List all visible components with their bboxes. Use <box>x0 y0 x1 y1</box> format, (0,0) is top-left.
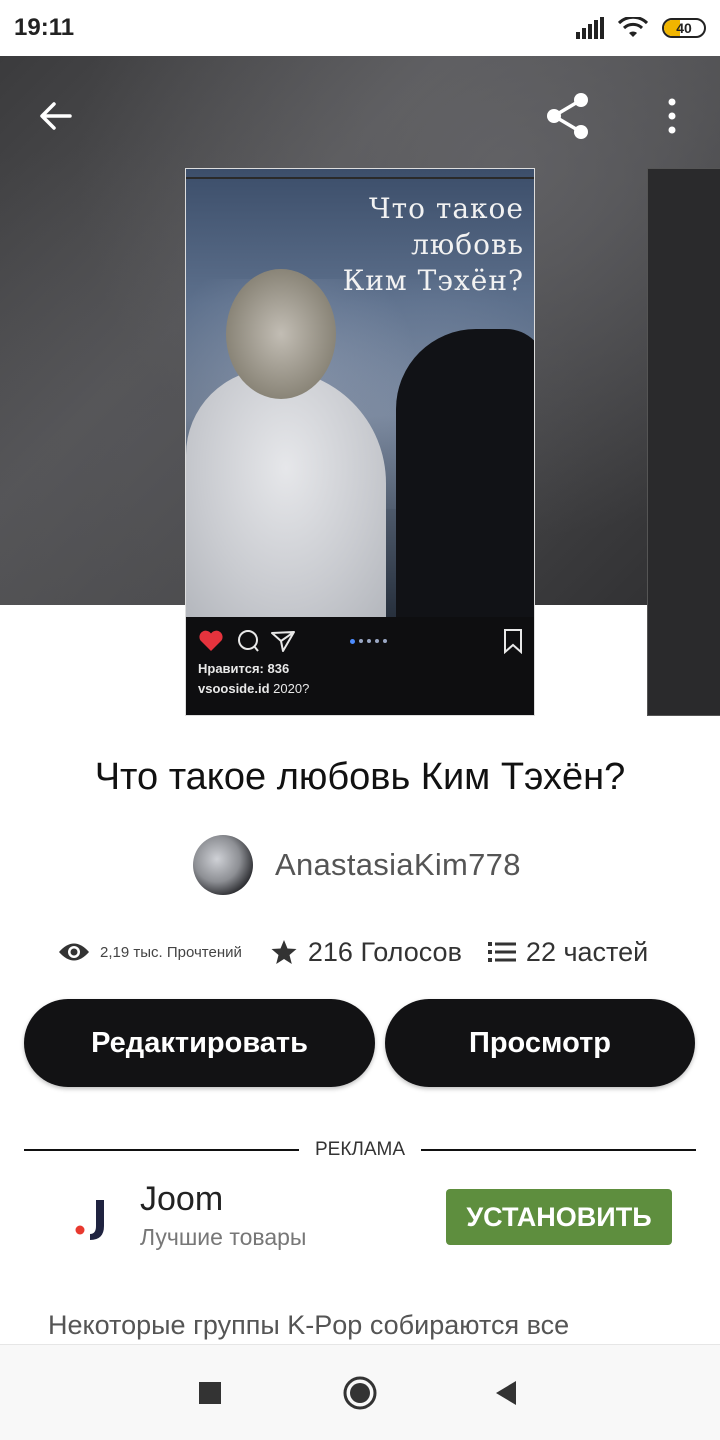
comment-icon <box>238 630 259 652</box>
author-link[interactable]: AnastasiaKim778 <box>193 835 521 895</box>
votes-stat: 216 Голосов <box>270 937 462 968</box>
battery-level: 40 <box>676 20 692 36</box>
cover-caption-text: 2020? <box>273 681 310 696</box>
nav-back-button[interactable] <box>482 1369 530 1417</box>
install-button[interactable]: УСТАНОВИТЬ <box>446 1189 672 1245</box>
cover-caption-user: vsooside.id <box>198 681 270 696</box>
wifi-icon <box>618 17 648 37</box>
cover-likes: Нравится: 836 <box>198 661 290 676</box>
ad-app-subtitle: Лучшие товары <box>140 1224 307 1250</box>
back-button[interactable] <box>28 88 84 144</box>
eye-icon <box>59 943 89 961</box>
story-title: Что такое любовь Ким Тэхён? <box>94 756 626 798</box>
avatar[interactable] <box>193 835 253 895</box>
recents-button[interactable] <box>186 1369 234 1417</box>
cover-title-line2: любовь <box>411 228 524 261</box>
more-options-button[interactable] <box>644 88 700 144</box>
arrow-left-icon <box>40 102 72 130</box>
status-icons: 40 <box>576 17 706 39</box>
edit-button[interactable]: Редактировать <box>24 999 375 1087</box>
more-vertical-icon <box>668 98 676 134</box>
star-icon <box>271 940 297 964</box>
share-button[interactable] <box>540 88 596 144</box>
ad-app-name[interactable]: Joom <box>140 1180 223 1219</box>
battery-icon: 40 <box>662 18 706 38</box>
cover-photo: Что такое любовь Ким Тэхён? <box>186 169 534 619</box>
next-story-cover[interactable] <box>647 168 720 716</box>
triangle-back-icon <box>496 1381 516 1405</box>
view-button[interactable]: Просмотр <box>385 999 695 1087</box>
cover-title-line3: Ким Тэхён? <box>342 264 524 297</box>
cover-post-icons <box>198 629 524 654</box>
cover-caption: vsooside.id 2020? <box>198 681 309 696</box>
circle-icon <box>343 1376 377 1410</box>
system-nav-bar <box>0 1344 720 1440</box>
square-icon <box>199 1382 221 1404</box>
story-cover[interactable]: Что такое любовь Ким Тэхён? Нравится: 83… <box>185 168 535 716</box>
share-icon <box>547 93 588 139</box>
divider-line-left <box>24 1149 299 1151</box>
cover-title-line1: Что такое <box>368 192 524 225</box>
reads-count: 2,19 тыс. Прочтений <box>100 943 242 961</box>
parts-count: 22 частей <box>525 936 649 967</box>
ad-label: РЕКЛАМА <box>314 1139 406 1160</box>
reads-stat: 2,19 тыс. Прочтений <box>58 941 242 963</box>
joom-logo <box>75 1200 104 1240</box>
heart-icon <box>199 630 223 651</box>
votes-count: 216 Голосов <box>307 936 462 967</box>
divider-line-right <box>421 1149 696 1151</box>
send-icon <box>271 631 295 652</box>
author-name[interactable]: AnastasiaKim778 <box>275 847 521 883</box>
story-description: Некоторые группы K-Pop собираются все <box>48 1310 570 1340</box>
cover-post-bar: Нравится: 836 vsooside.id 2020? <box>186 617 534 715</box>
status-bar: 19:11 40 <box>0 0 720 56</box>
cover-top-line <box>186 177 534 179</box>
screen: 19:11 40 Что такое любовь Ким Тэхён? Нра… <box>0 0 720 1440</box>
signal-icon <box>576 17 604 39</box>
story-stats: 2,19 тыс. Прочтений 216 Голосов 22 часте… <box>58 930 678 974</box>
parts-stat: 22 частей <box>487 936 649 968</box>
home-button[interactable] <box>336 1369 384 1417</box>
cover-person-right <box>396 329 534 619</box>
cover-title: Что такое любовь Ким Тэхён? <box>194 191 524 299</box>
cover-person-left <box>186 369 386 617</box>
ad-banner[interactable]: Joom Лучшие товары УСТАНОВИТЬ <box>60 1178 680 1258</box>
status-time: 19:11 <box>14 14 75 41</box>
carousel-dots <box>350 638 387 644</box>
bookmark-icon <box>504 629 522 654</box>
list-icon <box>487 942 516 962</box>
ad-divider: РЕКЛАМА <box>24 1136 696 1164</box>
